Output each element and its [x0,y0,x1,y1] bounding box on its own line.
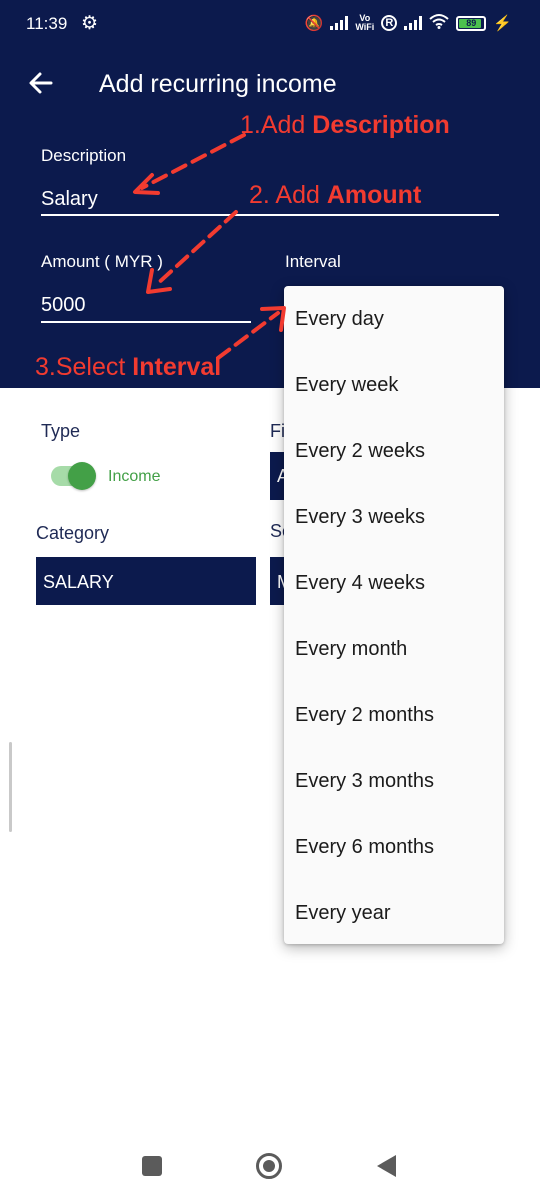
signal-icon-2 [404,16,423,30]
type-toggle-label: Income [108,468,161,485]
roaming-icon: R [381,15,398,31]
interval-option[interactable]: Every 6 months [284,814,504,880]
interval-option[interactable]: Every month [284,616,504,682]
interval-option[interactable]: Every 3 months [284,748,504,814]
interval-option[interactable]: Every 3 weeks [284,484,504,550]
category-select[interactable]: SALARY [36,557,256,605]
annotation-step1: 1.Add Description [240,111,450,139]
interval-option[interactable]: Every year [284,880,504,946]
annotation-step2: 2. Add Amount [249,181,422,209]
battery-icon: 89 [456,15,487,31]
type-toggle-thumb[interactable] [68,462,96,490]
charging-icon: ⚡ [493,15,512,32]
category-label: Category [36,523,110,543]
amount-label: Amount ( MYR ) [41,252,163,271]
interval-option[interactable]: Every 4 weeks [284,550,504,616]
vowifi-icon: Vo WiFi [355,13,375,32]
signal-icon [330,16,349,30]
home-button[interactable] [256,1153,282,1179]
amount-field[interactable]: 5000 [41,294,86,317]
scroll-indicator [9,742,12,832]
back-arrow-icon[interactable] [26,68,56,98]
status-bar: 11:39 ⚙ 🔕 Vo WiFi R 89 ⚡ [0,0,540,50]
interval-option[interactable]: Every 2 weeks [284,418,504,484]
status-time: 11:39 [26,14,68,33]
description-label: Description [41,146,127,165]
interval-option[interactable]: Every 2 months [284,682,504,748]
interval-option[interactable]: Every week [284,352,504,418]
system-back-button[interactable] [377,1155,396,1177]
status-icons: 🔕 Vo WiFi R 89 ⚡ [305,13,512,33]
annotation-step3: 3.Select Interval [35,353,222,381]
interval-label: Interval [285,252,341,271]
amount-underline [41,321,251,323]
recents-button[interactable] [142,1156,162,1176]
bell-muted-icon: 🔕 [304,15,324,32]
gear-icon: ⚙ [81,13,99,34]
wifi-icon [429,13,449,33]
first-field-label: Fi [270,421,285,441]
description-field[interactable]: Salary [41,188,98,211]
page-title: Add recurring income [99,70,337,98]
type-label: Type [41,421,81,441]
interval-option[interactable]: Every day [284,286,504,352]
interval-dropdown: Every day Every week Every 2 weeks Every… [284,286,504,944]
description-underline [41,214,499,216]
